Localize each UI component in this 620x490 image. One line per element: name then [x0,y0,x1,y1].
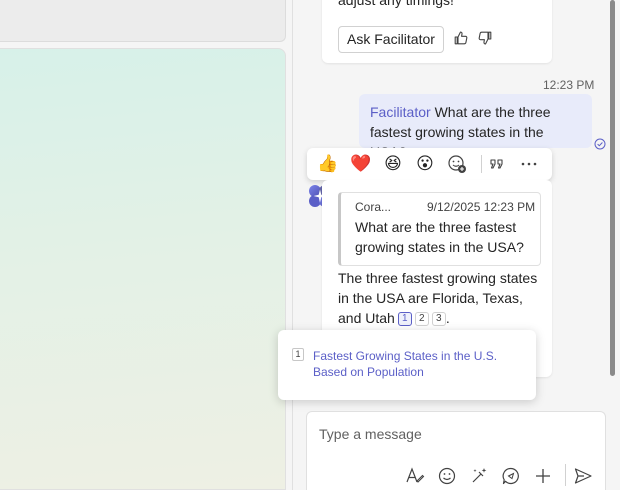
chat-scrollbar[interactable] [610,0,615,376]
like-reaction[interactable]: 👍 [317,153,339,175]
facilitator-mention[interactable]: Facilitator [370,104,431,120]
add-reaction-icon[interactable] [446,153,468,175]
quote-icon[interactable] [486,153,508,175]
format-icon[interactable] [405,466,425,486]
citation-popup: 1 Fastest Growing States in the U.S. Bas… [278,330,536,400]
quote-timestamp: 9/12/2025 12:23 PM [427,200,536,214]
message-input[interactable] [319,424,589,444]
left-pane-header [0,0,286,42]
citation-2[interactable]: 2 [414,312,429,327]
reaction-bar: 👍 ❤️ 😆 😮 [307,148,552,180]
citation-1[interactable]: 1 [397,312,412,327]
surprised-reaction[interactable]: 😮 [414,153,436,175]
sent-message-bubble[interactable]: Facilitator What are the three fastest g… [359,94,592,160]
citation-3[interactable]: 3 [431,312,446,327]
reaction-bar-divider [481,155,482,173]
citation-source-link[interactable]: Fastest Growing States in the U.S. Based… [313,348,513,380]
bot-answer: The three fastest growing states in the … [338,268,544,328]
loop-icon[interactable] [469,466,489,486]
thumbs-down-icon[interactable] [477,30,493,46]
copilot-chat-icon[interactable] [501,466,521,486]
previous-message-text: adjust any timings! [338,0,454,8]
quote-author: Cora... [355,200,392,214]
more-options-icon[interactable] [518,153,540,175]
emoji-icon[interactable] [437,466,457,486]
thumbs-up-icon[interactable] [453,30,469,46]
ask-facilitator-button[interactable]: Ask Facilitator [338,26,444,53]
read-receipt-icon [594,138,606,150]
citation-popup-number: 1 [292,348,304,361]
previous-bot-message: adjust any timings! Ask Facilitator [322,0,552,63]
heart-reaction[interactable]: ❤️ [350,153,372,175]
bot-answer-end: . [445,310,450,326]
quoted-message[interactable]: Cora... 9/12/2025 12:23 PM What are the … [338,192,541,266]
quote-text: What are the three fastest growing state… [355,219,524,255]
sent-message-time: 12:23 PM [543,78,595,92]
message-composer [306,411,606,490]
laugh-reaction[interactable]: 😆 [382,153,404,175]
left-pane-canvas [0,48,286,490]
send-icon[interactable] [573,466,593,486]
attach-icon[interactable] [533,466,553,486]
composer-divider [565,464,566,486]
